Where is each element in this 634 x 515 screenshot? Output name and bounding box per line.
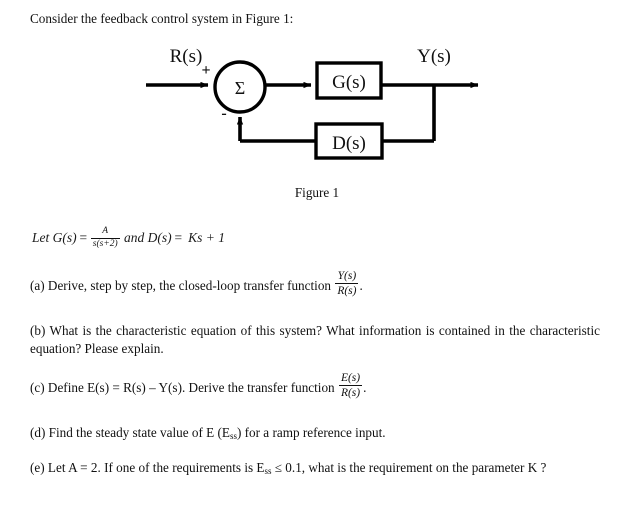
- question-a: (a) Derive, step by step, the closed-loo…: [30, 270, 605, 299]
- question-c-numerator: E(s): [338, 372, 363, 386]
- definitions-line: Let G(s) = As(s+2) and D(s) = Ks + 1: [32, 225, 226, 250]
- output-signal-label: Y(s): [417, 46, 451, 67]
- figure-1-block-diagram: Σ + - G(s) Y(s) R(s) D(s): [0, 40, 634, 175]
- forward-path-block-label: G(s): [332, 72, 366, 93]
- question-c: (c) Define E(s) = R(s) – Y(s). Derive th…: [30, 372, 605, 401]
- minus-sign-label: -: [221, 105, 226, 122]
- question-a-text-after: .: [359, 277, 363, 293]
- summing-junction-symbol: Σ: [235, 78, 245, 98]
- definitions-g-name: G(s): [52, 230, 77, 245]
- definitions-d-expression: Ks + 1: [188, 230, 226, 245]
- question-c-text-before: (c) Define E(s) = R(s) – Y(s). Derive th…: [30, 379, 338, 395]
- question-e-text-before: (e) Let A = 2. If one of the requirement…: [30, 460, 265, 475]
- intro-paragraph: Consider the feedback control system in …: [30, 11, 294, 26]
- question-c-text-after: .: [363, 379, 367, 395]
- question-d: (d) Find the steady state value of E (Es…: [30, 424, 605, 445]
- question-d-text-after: ) for a ramp reference input.: [236, 425, 386, 440]
- g-numerator: A: [90, 226, 120, 239]
- feedback-path-block-label: D(s): [332, 133, 366, 154]
- g-fraction: As(s+2): [90, 226, 120, 250]
- document-page: Consider the feedback control system in …: [0, 0, 634, 515]
- definitions-d-name: D(s): [147, 230, 172, 245]
- input-signal-label: R(s): [170, 46, 203, 67]
- question-d-subscript: ss: [229, 431, 237, 442]
- question-a-text-before: (a) Derive, step by step, the closed-loo…: [30, 277, 335, 293]
- question-c-denominator: R(s): [340, 387, 361, 399]
- definitions-prefix: Let: [32, 230, 53, 245]
- plus-sign-label: +: [201, 62, 210, 79]
- question-a-denominator: R(s): [337, 285, 357, 297]
- question-d-text-before: (d) Find the steady state value of E (E: [30, 425, 230, 440]
- question-b: (b) What is the characteristic equation …: [30, 323, 600, 356]
- question-a-numerator: Y(s): [335, 270, 359, 284]
- g-denominator: s(s+2): [92, 238, 118, 249]
- question-a-fraction: Y(s) R(s): [335, 270, 359, 297]
- question-e-text-after: ≤ 0.1, what is the requirement on the pa…: [271, 460, 547, 475]
- figure-caption: Figure 1: [294, 185, 340, 200]
- question-e: (e) Let A = 2. If one of the requirement…: [30, 459, 602, 480]
- question-c-fraction: E(s) R(s): [338, 372, 363, 399]
- definitions-conjunction: and: [124, 230, 148, 245]
